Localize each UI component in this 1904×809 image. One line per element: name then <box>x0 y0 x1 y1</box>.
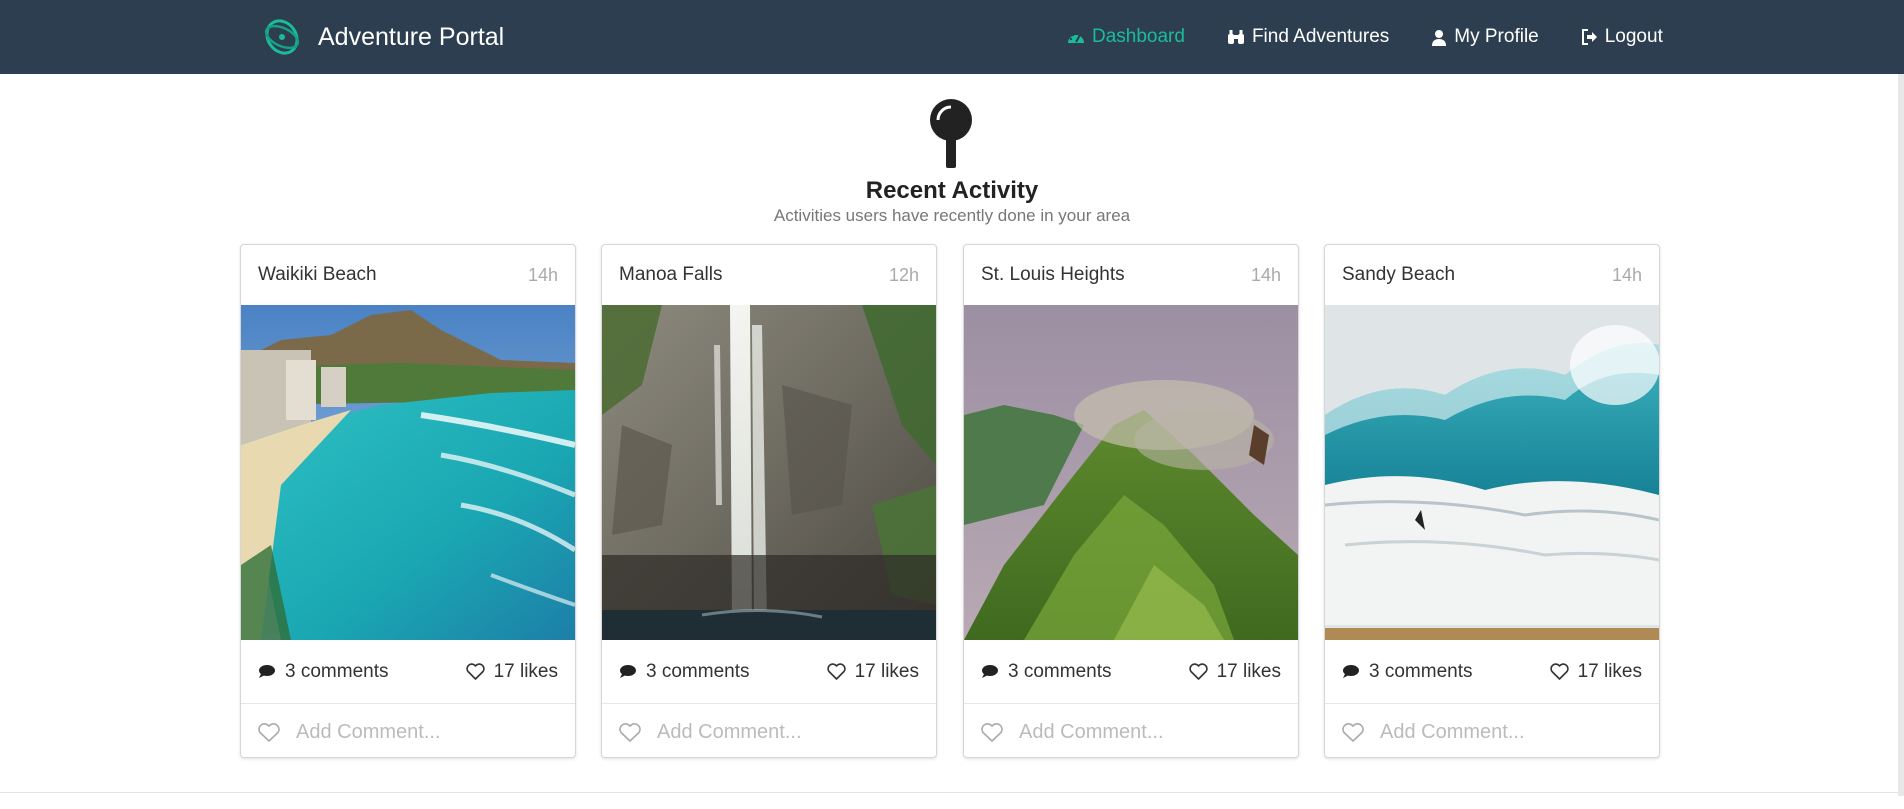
card-time: 14h <box>527 264 558 285</box>
add-comment-input[interactable] <box>1019 720 1279 744</box>
comments-label: 3 comments <box>1008 660 1112 682</box>
heart-outline-icon <box>465 663 485 680</box>
footer-divider <box>0 792 1898 793</box>
comment-icon <box>982 665 998 678</box>
comments-count[interactable]: 3 comments <box>258 661 388 683</box>
activity-photo[interactable] <box>964 305 1298 640</box>
activity-card: St. Louis Heights 14h 3 comments 17 like… <box>963 244 1299 758</box>
activity-card: Waikiki Beach 14h 3 comments 17 likes Ad… <box>240 244 576 758</box>
main-nav: Dashboard Find Adventures My Profile Log… <box>1067 0 1663 74</box>
card-time: 14h <box>1611 264 1642 285</box>
nav-logout[interactable]: Logout <box>1581 26 1663 48</box>
card-location-name[interactable]: Manoa Falls <box>619 264 723 286</box>
comment-icon <box>1343 665 1359 678</box>
heart-outline-icon[interactable] <box>981 722 1003 742</box>
likes-label: 17 likes <box>854 660 919 682</box>
binoculars-icon <box>1227 30 1244 44</box>
comment-row <box>964 705 1298 757</box>
comment-row <box>241 705 575 757</box>
comments-count[interactable]: 3 comments <box>1342 661 1472 683</box>
card-header: Sandy Beach 14h <box>1325 245 1659 305</box>
add-comment-input[interactable] <box>296 720 556 744</box>
add-comment-input[interactable] <box>657 720 917 744</box>
card-stats: 3 comments 17 likes <box>241 640 575 704</box>
card-header: Manoa Falls 12h <box>602 245 936 305</box>
heart-outline-icon[interactable] <box>619 722 641 742</box>
globe-logo-icon <box>264 19 300 55</box>
map-pin-icon <box>930 99 972 168</box>
nav-find-adventures[interactable]: Find Adventures <box>1227 26 1389 48</box>
activity-photo[interactable] <box>241 305 575 640</box>
heart-outline-icon <box>1549 663 1569 680</box>
nav-dashboard-label: Dashboard <box>1092 26 1185 47</box>
nav-my-profile[interactable]: My Profile <box>1431 26 1539 48</box>
card-stats: 3 comments 17 likes <box>602 640 936 704</box>
comment-row <box>602 705 936 757</box>
likes-count[interactable]: 17 likes <box>465 660 558 683</box>
comments-count[interactable]: 3 comments <box>981 661 1111 683</box>
page-subtitle: Activities users have recently done in y… <box>773 206 1131 225</box>
add-comment-input[interactable] <box>1380 720 1640 744</box>
likes-label: 17 likes <box>1577 660 1642 682</box>
heart-outline-icon <box>1188 663 1208 680</box>
brand[interactable]: Adventure Portal <box>260 14 504 60</box>
likes-count[interactable]: 17 likes <box>826 660 919 683</box>
nav-logout-label: Logout <box>1604 26 1663 47</box>
app-title: Adventure Portal <box>318 22 505 51</box>
sign-out-icon <box>1581 29 1597 45</box>
card-stats: 3 comments 17 likes <box>964 640 1298 704</box>
card-header: Waikiki Beach 14h <box>241 245 575 305</box>
card-location-name[interactable]: Waikiki Beach <box>258 264 377 286</box>
likes-label: 17 likes <box>493 660 558 682</box>
top-navbar: Adventure Portal Dashboard Find Adventur… <box>0 0 1904 74</box>
comment-icon <box>620 665 636 678</box>
nav-find-adventures-label: Find Adventures <box>1251 26 1390 47</box>
likes-count[interactable]: 17 likes <box>1549 660 1642 683</box>
comments-label: 3 comments <box>646 660 750 682</box>
user-icon <box>1432 29 1447 46</box>
nav-dashboard[interactable]: Dashboard <box>1067 26 1185 48</box>
dashboard-icon <box>1068 32 1084 43</box>
card-time: 14h <box>1250 264 1281 285</box>
comments-label: 3 comments <box>285 660 389 682</box>
comment-icon <box>259 665 275 678</box>
comments-label: 3 comments <box>1369 660 1473 682</box>
comment-row <box>1325 705 1659 757</box>
likes-count[interactable]: 17 likes <box>1188 660 1281 683</box>
card-header: St. Louis Heights 14h <box>964 245 1298 305</box>
card-location-name[interactable]: St. Louis Heights <box>981 264 1125 286</box>
page-title: Recent Activity <box>865 177 1039 204</box>
heart-outline-icon[interactable] <box>1342 722 1364 742</box>
comments-count[interactable]: 3 comments <box>619 661 749 683</box>
activity-photo[interactable] <box>602 305 936 640</box>
likes-label: 17 likes <box>1216 660 1281 682</box>
heart-outline-icon <box>826 663 846 680</box>
nav-my-profile-label: My Profile <box>1454 26 1539 47</box>
activity-photo[interactable] <box>1325 305 1659 640</box>
card-location-name[interactable]: Sandy Beach <box>1342 264 1455 286</box>
activity-card: Manoa Falls 12h 3 comments 17 likes Add … <box>601 244 937 758</box>
card-time: 12h <box>888 264 919 285</box>
card-stats: 3 comments 17 likes <box>1325 640 1659 704</box>
activity-card: Sandy Beach 14h 3 comments 17 likes <box>1324 244 1660 758</box>
heart-outline-icon[interactable] <box>258 722 280 742</box>
